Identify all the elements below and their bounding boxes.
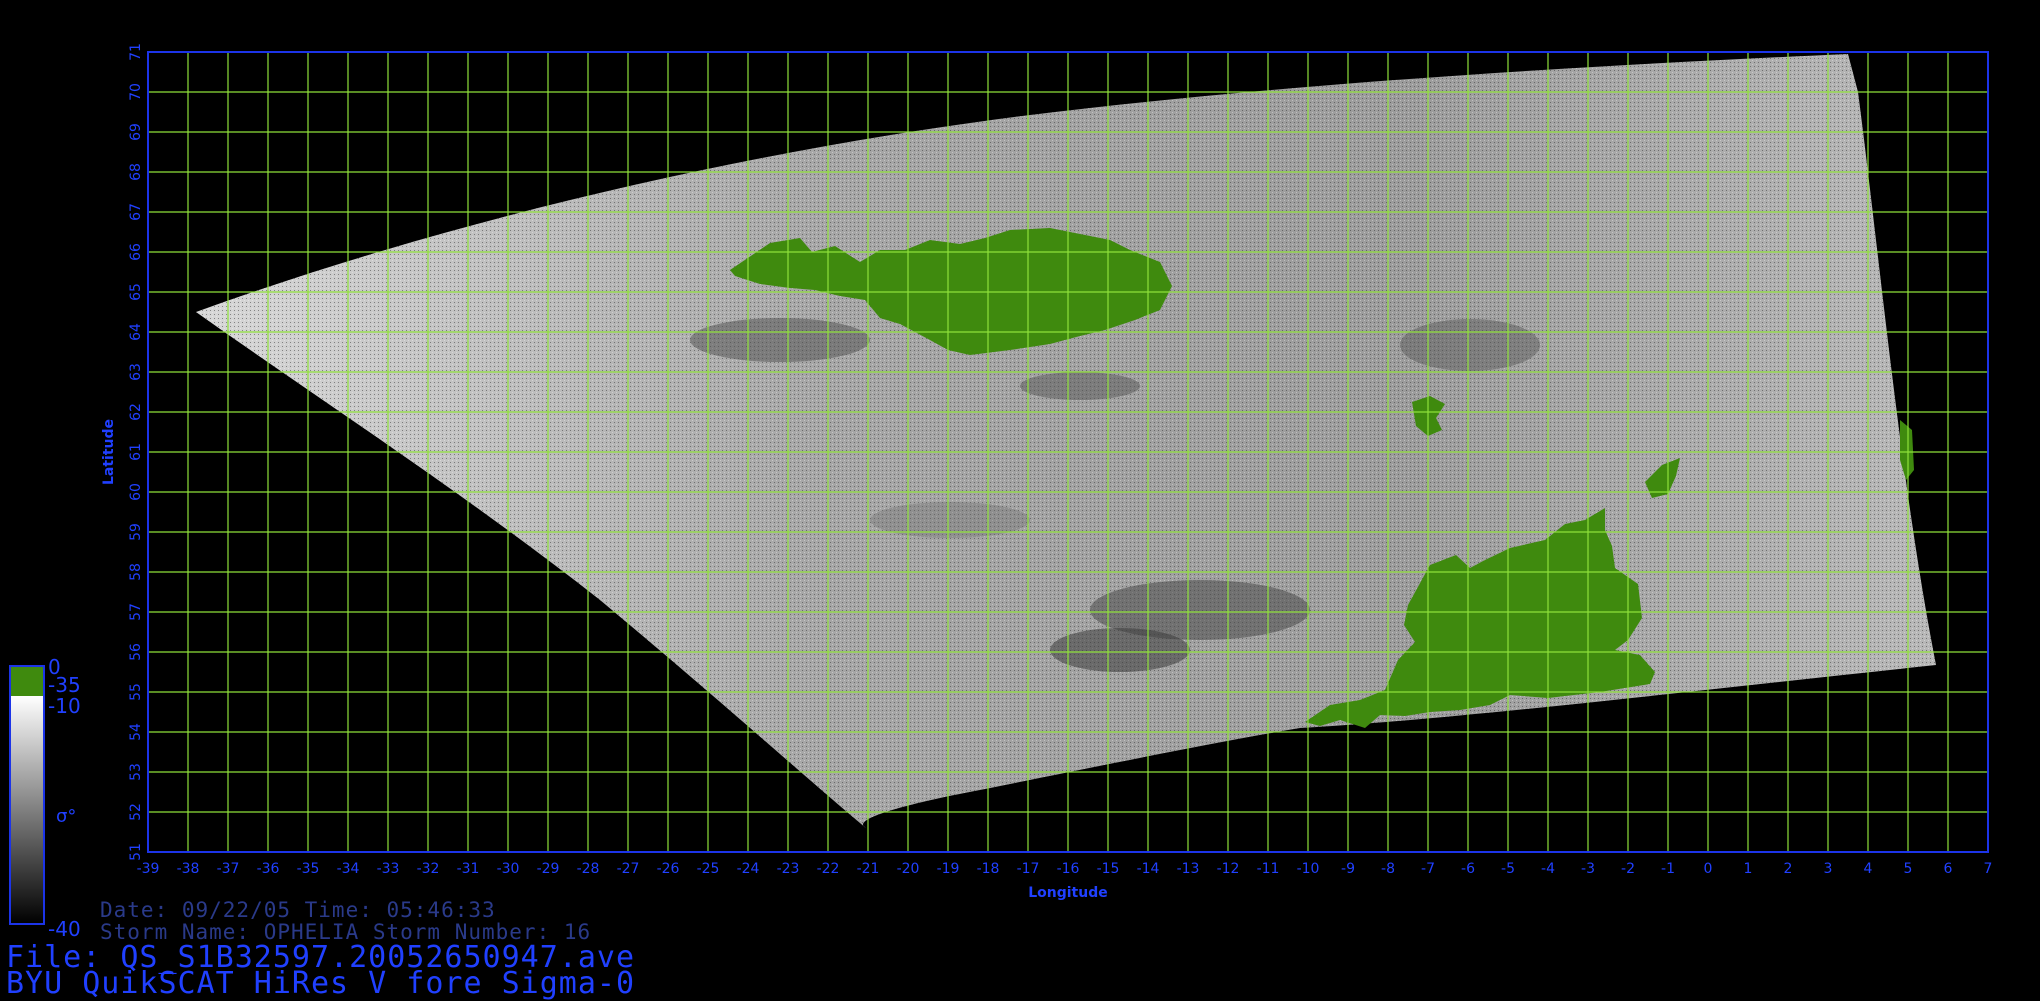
y-tick-label: 60: [128, 483, 144, 501]
x-tick-label: -26: [657, 861, 680, 877]
x-tick-label: -15: [1097, 861, 1120, 877]
x-tick-label: -6: [1461, 861, 1475, 877]
grid: [147, 51, 1989, 853]
x-tick-label: -12: [1217, 861, 1240, 877]
colorbar-land-band: [10, 666, 44, 696]
y-tick-label: 61: [128, 443, 144, 461]
y-tick-label: 53: [128, 763, 144, 781]
x-tick-label: -34: [337, 861, 360, 877]
colorbar-tick-upper: -10: [48, 694, 81, 718]
x-tick-label: -32: [417, 861, 440, 877]
x-tick-label: -5: [1501, 861, 1515, 877]
x-tick-label: -4: [1541, 861, 1555, 877]
y-axis-label: Latitude: [101, 419, 117, 485]
x-tick-label: -39: [137, 861, 160, 877]
y-tick-label: 51: [128, 843, 144, 861]
y-tick-label: 70: [128, 83, 144, 101]
x-tick-label: -27: [617, 861, 640, 877]
x-tick-label: 4: [1864, 861, 1873, 877]
x-tick-label: -33: [377, 861, 400, 877]
x-tick-label: 1: [1744, 861, 1753, 877]
y-tick-label: 71: [128, 43, 144, 61]
x-tick-label: -3: [1581, 861, 1595, 877]
caption-date-time: Date: 09/22/05 Time: 05:46:33: [100, 898, 496, 922]
colorbar-tick-bottom: -40: [48, 917, 81, 941]
x-tick-label: -10: [1297, 861, 1320, 877]
x-tick-label: -17: [1017, 861, 1040, 877]
y-tick-label: 68: [128, 163, 144, 181]
x-tick-label: -19: [937, 861, 960, 877]
y-tick-label: 65: [128, 283, 144, 301]
x-tick-label: -22: [817, 861, 840, 877]
y-tick-label: 66: [128, 243, 144, 261]
x-tick-label: -8: [1381, 861, 1395, 877]
x-tick-label: -11: [1257, 861, 1280, 877]
x-tick-label: -25: [697, 861, 720, 877]
caption-product-title: BYU QuikSCAT HiRes V fore Sigma-0: [6, 966, 636, 1001]
x-tick-label: -23: [777, 861, 800, 877]
dark-feature: [1050, 628, 1190, 672]
x-tick-label: -21: [857, 861, 880, 877]
x-tick-label: 5: [1904, 861, 1913, 877]
y-tick-label: 59: [128, 523, 144, 541]
x-tick-label: -36: [257, 861, 280, 877]
x-tick-label: -38: [177, 861, 200, 877]
dark-feature: [690, 318, 870, 362]
x-tick-label: -31: [457, 861, 480, 877]
x-tick-label: -9: [1341, 861, 1355, 877]
y-tick-label: 52: [128, 803, 144, 821]
x-tick-label: 0: [1704, 861, 1713, 877]
sigma0-map: -39 -38 -37 -36 -35 -34 -33 -32 -31 -30 -29 -28 -27-…: [9, 43, 1993, 941]
y-tick-label: 67: [128, 203, 144, 221]
x-tick-label: -14: [1137, 861, 1160, 877]
x-tick-label: -2: [1621, 861, 1635, 877]
x-tick-label: -13: [1177, 861, 1200, 877]
x-tick-label: 3: [1824, 861, 1833, 877]
y-tick-label: 57: [128, 603, 144, 621]
y-tick-label: 64: [128, 323, 144, 341]
dark-feature: [1400, 319, 1540, 371]
x-tick-label: -29: [537, 861, 560, 877]
x-tick-label: -37: [217, 861, 240, 877]
y-tick-label: 63: [128, 363, 144, 381]
y-tick-label: 69: [128, 123, 144, 141]
x-axis-label: Longitude: [1028, 885, 1108, 901]
colorbar-gradient: [10, 696, 44, 924]
colorbar-label: σ°: [56, 806, 76, 827]
x-tick-label: -35: [297, 861, 320, 877]
x-tick-label: -30: [497, 861, 520, 877]
x-tick-label: 2: [1784, 861, 1793, 877]
x-tick-label: -28: [577, 861, 600, 877]
y-tick-label: 55: [128, 683, 144, 701]
x-axis-ticks: -39 -38 -37 -36 -35 -34 -33 -32 -31 -30 -29 -28 -27-…: [137, 861, 1993, 877]
colorbar: 0 -35 -10 -40 σ°: [9, 655, 81, 941]
dark-feature: [1020, 372, 1140, 400]
x-tick-label: -7: [1421, 861, 1435, 877]
y-tick-label: 58: [128, 563, 144, 581]
x-tick-label: 7: [1984, 861, 1993, 877]
x-tick-label: -20: [897, 861, 920, 877]
swath: [196, 54, 1936, 828]
x-tick-label: -1: [1661, 861, 1675, 877]
y-tick-label: 54: [128, 723, 144, 741]
swath-texture: [196, 54, 1936, 828]
x-tick-label: -16: [1057, 861, 1080, 877]
y-tick-label: 56: [128, 643, 144, 661]
x-tick-label: -24: [737, 861, 760, 877]
x-tick-label: 6: [1944, 861, 1953, 877]
x-tick-label: -18: [977, 861, 1000, 877]
y-axis-ticks: 51 52 53 54 55 56 57 58 59 60 61 62 63 64 65 66 67 68 69 70…: [128, 43, 144, 861]
y-tick-label: 62: [128, 403, 144, 421]
